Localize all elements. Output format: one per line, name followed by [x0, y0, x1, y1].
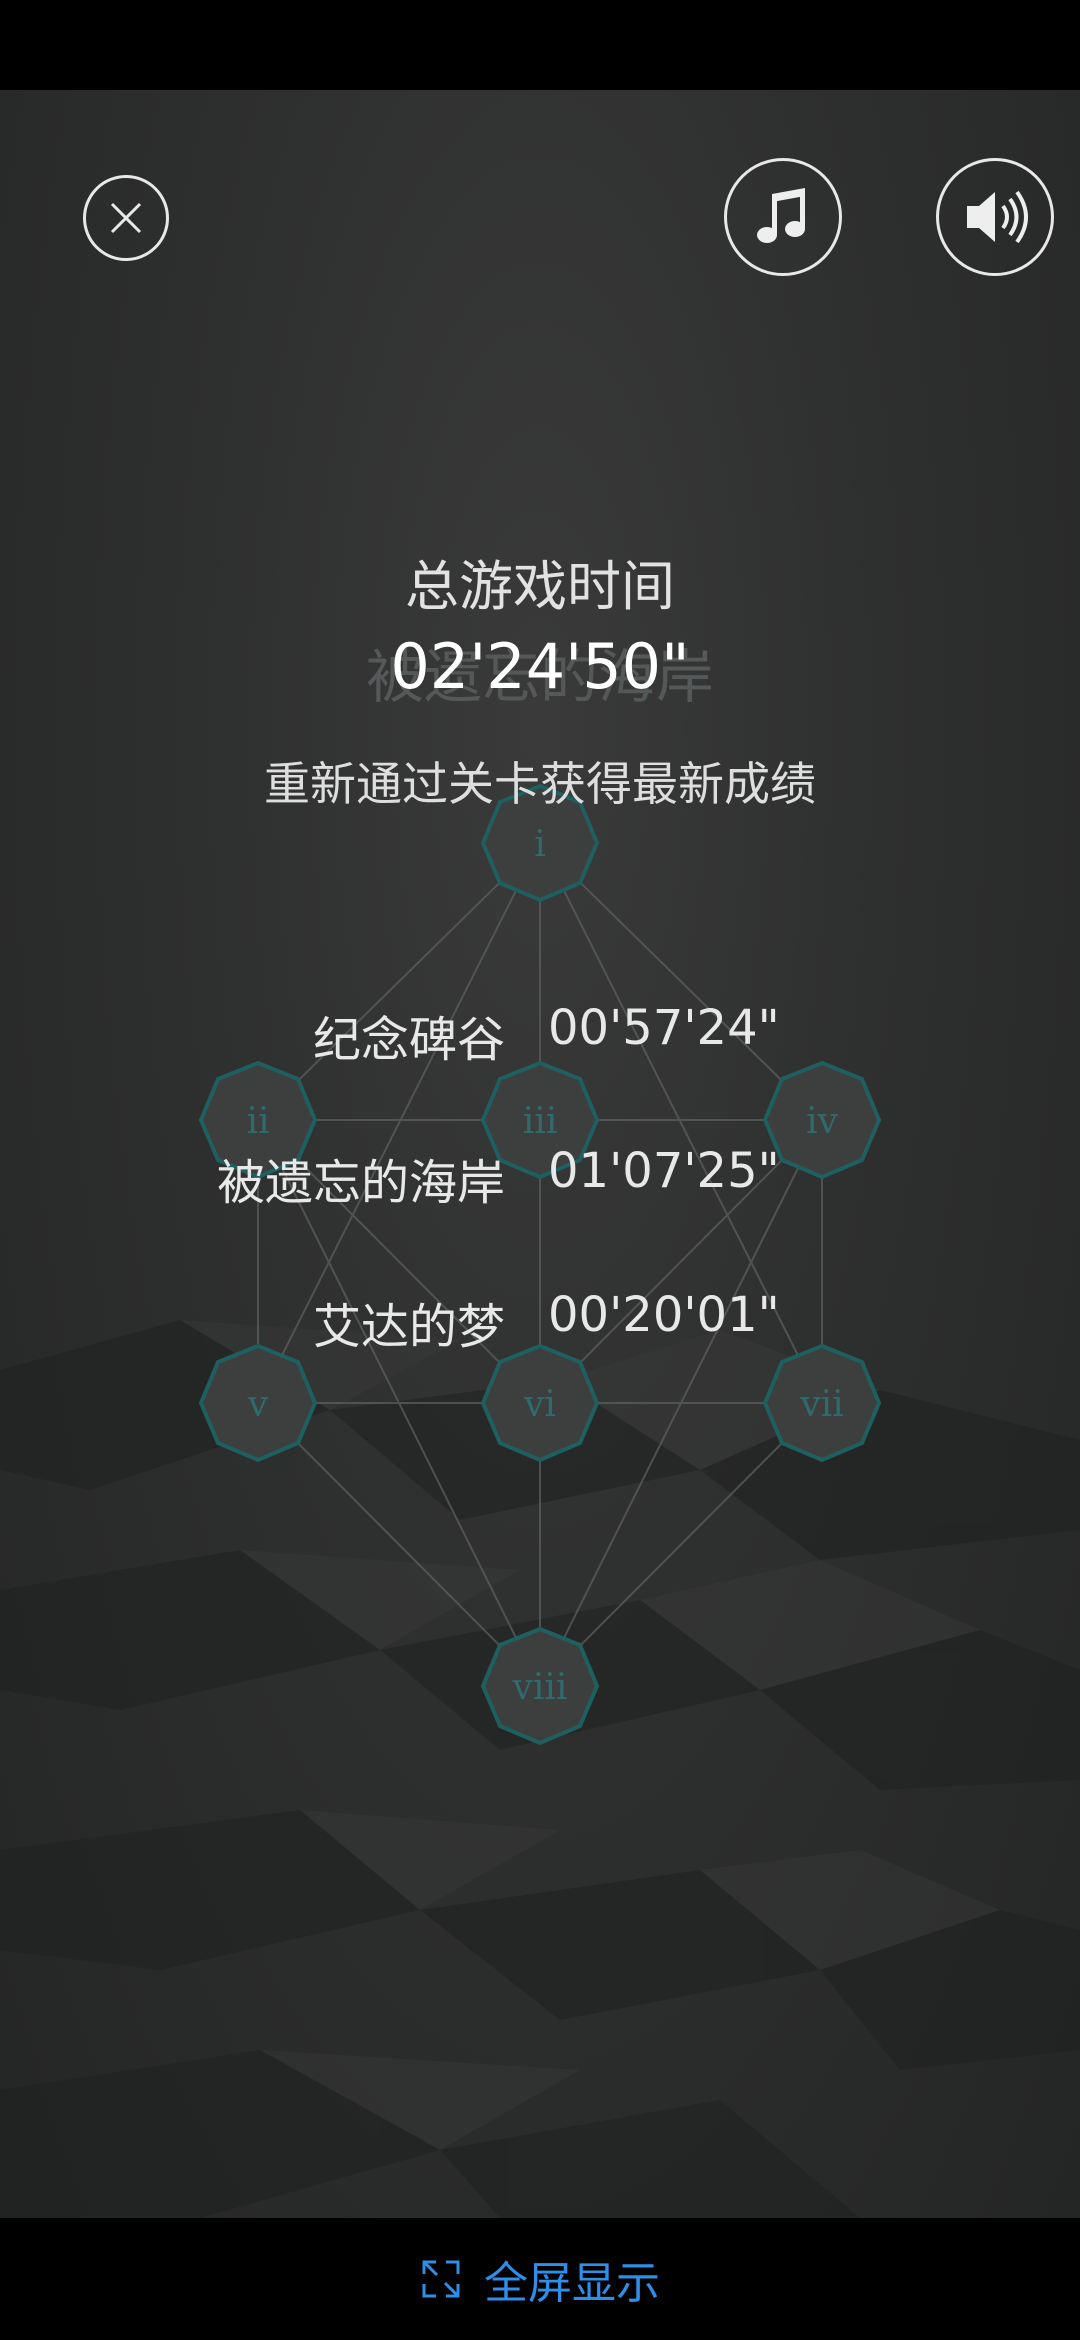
- level-node-vii[interactable]: vii: [762, 1343, 882, 1463]
- sound-toggle-button[interactable]: [936, 158, 1054, 276]
- score-level-name: 被遗忘的海岸: [216, 1155, 505, 1211]
- score-time: 00'20'01": [548, 1287, 780, 1343]
- total-time-value: 02'24'50": [390, 630, 690, 703]
- speaker-icon: [967, 190, 1028, 244]
- level-node-viii[interactable]: viii: [480, 1626, 600, 1746]
- score-row: 被遗忘的海岸 01'07'25": [0, 1143, 1080, 1211]
- expand-icon: [422, 2260, 460, 2298]
- score-level-name: 纪念碑谷: [312, 1012, 505, 1068]
- music-note-icon: [757, 188, 805, 243]
- fullscreen-button[interactable]: 全屏显示: [0, 2218, 1080, 2340]
- level-node-label: viii: [512, 1667, 568, 1708]
- fullscreen-label: 全屏显示: [484, 2258, 660, 2309]
- level-node-label: iii: [523, 1101, 558, 1142]
- music-toggle-button[interactable]: [724, 158, 842, 276]
- close-button[interactable]: [83, 175, 169, 261]
- level-node-label: iv: [806, 1101, 839, 1142]
- game-area: i ii iii iv v vi vii viii 总游戏时间 被遗忘的海岸 0…: [0, 90, 1080, 2218]
- level-node-label: v: [247, 1384, 269, 1425]
- score-time: 00'57'24": [548, 1000, 780, 1056]
- total-time-title: 总游戏时间: [405, 555, 675, 618]
- score-level-name: 艾达的梦: [312, 1299, 505, 1355]
- status-bar: [0, 0, 1080, 90]
- close-icon: [110, 202, 142, 234]
- level-node-label: ii: [246, 1101, 269, 1142]
- level-node-label: vi: [523, 1384, 556, 1425]
- level-node-label: i: [534, 824, 546, 865]
- level-node-label: vii: [799, 1384, 843, 1425]
- replay-hint: 重新通过关卡获得最新成绩: [264, 757, 816, 811]
- score-time: 01'07'25": [548, 1143, 780, 1199]
- level-node-v[interactable]: v: [198, 1343, 318, 1463]
- level-node-vi[interactable]: vi: [480, 1343, 600, 1463]
- score-row: 艾达的梦 00'20'01": [0, 1287, 1080, 1355]
- score-row: 纪念碑谷 00'57'24": [0, 1000, 1080, 1068]
- bottom-bar: 全屏显示: [0, 2218, 1080, 2340]
